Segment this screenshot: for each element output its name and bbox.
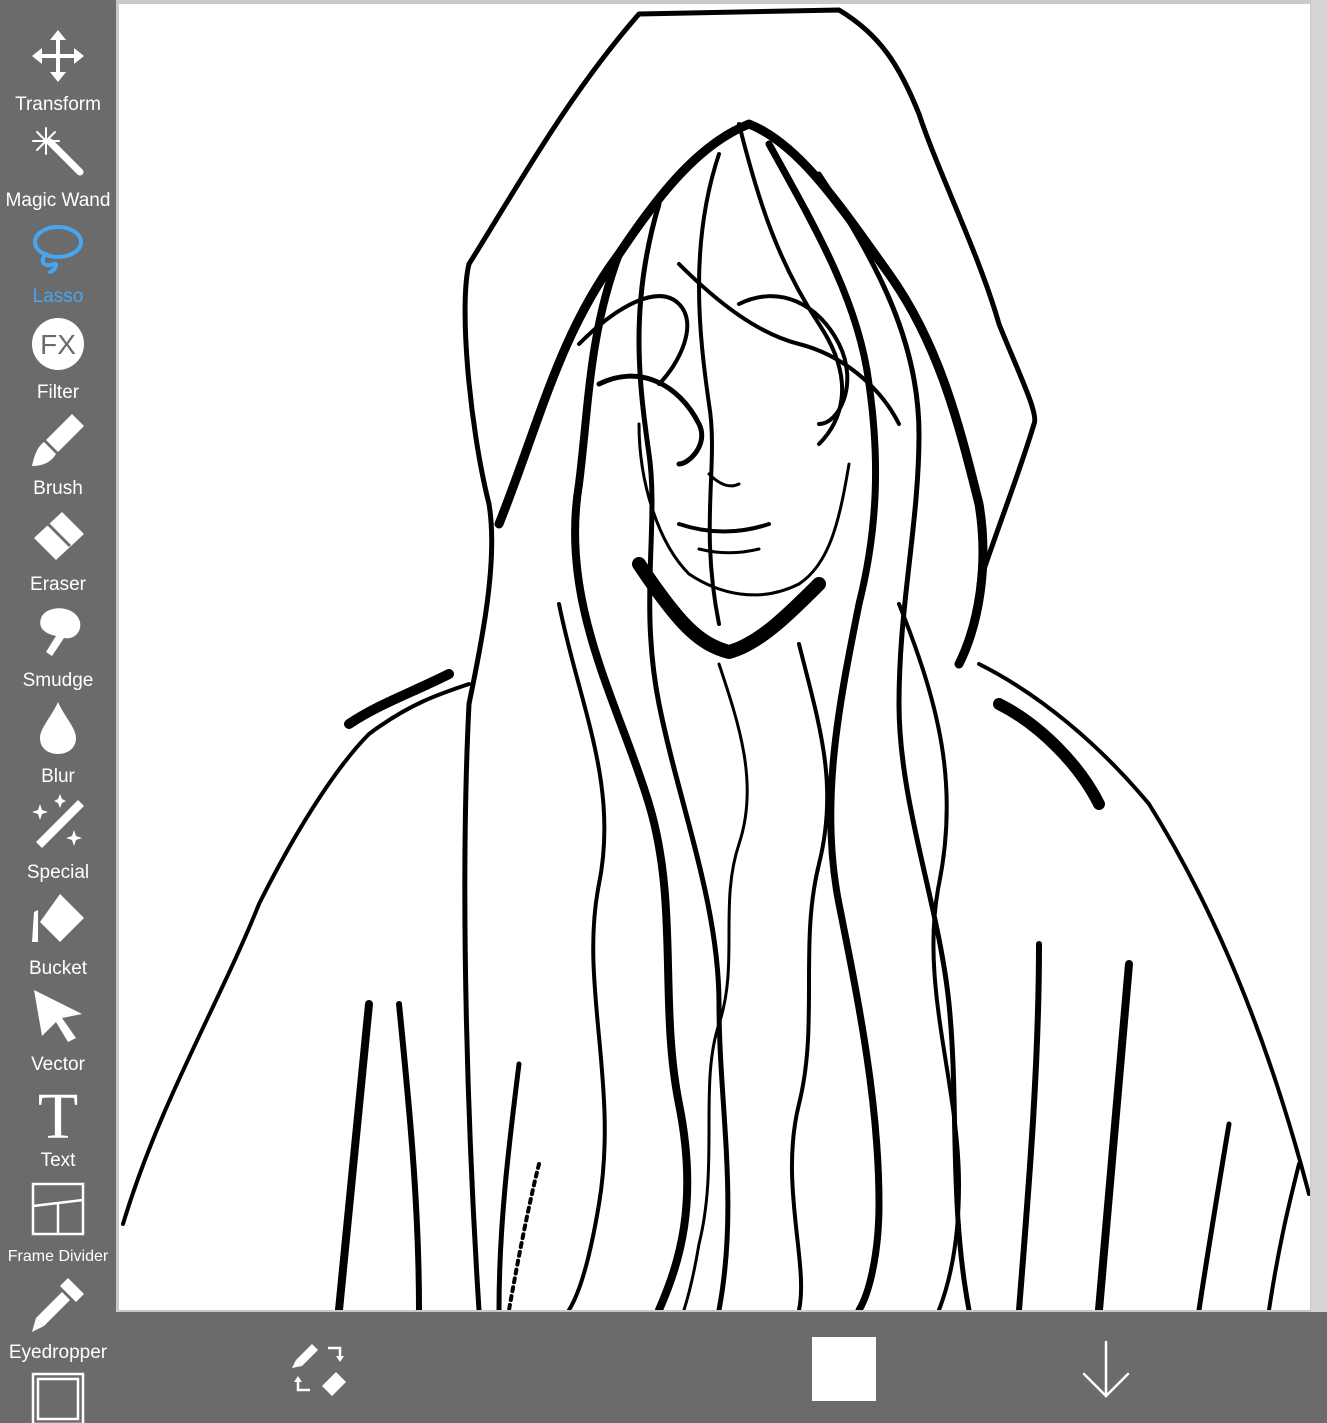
tool-label: Vector [31, 1054, 85, 1075]
color-swatch[interactable] [812, 1337, 876, 1401]
eraser-icon [28, 506, 88, 568]
tool-vector[interactable]: Vector [0, 986, 116, 1082]
special-sparkle-icon [28, 794, 88, 856]
tool-label: Eyedropper [8, 1342, 108, 1363]
lasso-icon [28, 218, 88, 280]
blur-drop-icon [28, 698, 88, 760]
tool-brush[interactable]: Brush [0, 410, 116, 506]
tool-special[interactable]: Special [0, 794, 116, 890]
transform-icon [28, 26, 88, 88]
tool-label: Frame Divider [7, 1248, 109, 1265]
tool-text[interactable]: T Text [0, 1082, 116, 1178]
bottom-bar [116, 1312, 1327, 1423]
tool-label: Brush [33, 478, 83, 499]
tool-eraser[interactable]: Eraser [0, 506, 116, 602]
tool-magic-wand[interactable]: Magic Wand [0, 122, 116, 218]
tool-label: Text [40, 1150, 76, 1171]
tool-label: Bucket [28, 958, 88, 979]
tool-label: Eraser [30, 574, 86, 595]
tool-label: Smudge [22, 670, 94, 691]
tool-label: Magic Wand [5, 190, 111, 211]
tool-canvas[interactable] [0, 1370, 116, 1423]
down-arrow-button[interactable] [1076, 1338, 1136, 1402]
frame-divider-icon [28, 1178, 88, 1240]
canvas-icon [28, 1370, 88, 1423]
tool-blur[interactable]: Blur [0, 698, 116, 794]
brush-eraser-swap-button[interactable] [290, 1340, 350, 1398]
canvas-edge [1311, 0, 1327, 1312]
text-icon: T [28, 1082, 88, 1144]
tool-sidebar: Transform Magic Wand Lasso FX Filter Bru… [0, 0, 116, 1423]
tool-smudge[interactable]: Smudge [0, 602, 116, 698]
down-arrow-icon [1076, 1340, 1136, 1406]
filter-fx-icon: FX [28, 314, 88, 376]
tool-label: Blur [41, 766, 75, 787]
brush-eraser-swap-icon [290, 1344, 350, 1402]
tool-label: Filter [36, 382, 80, 403]
canvas-area [116, 0, 1327, 1312]
tool-transform[interactable]: Transform [0, 26, 116, 122]
tool-bucket[interactable]: Bucket [0, 890, 116, 986]
eyedropper-icon [28, 1274, 88, 1336]
vector-arrow-icon [28, 986, 88, 1048]
drawing-canvas[interactable] [119, 4, 1310, 1310]
tool-frame-divider[interactable]: Frame Divider [0, 1178, 116, 1274]
tool-filter[interactable]: FX Filter [0, 314, 116, 410]
tool-label: Lasso [32, 286, 84, 307]
svg-text:T: T [38, 1082, 78, 1144]
svg-text:FX: FX [40, 329, 76, 360]
hooded-figure-drawing [121, 7, 1310, 1310]
tool-lasso[interactable]: Lasso [0, 218, 116, 314]
magic-wand-icon [28, 122, 88, 184]
tool-label: Special [26, 862, 90, 883]
smudge-icon [28, 602, 88, 664]
bucket-icon [28, 890, 88, 952]
tool-label: Transform [15, 94, 101, 115]
brush-icon [28, 410, 88, 472]
tool-eyedropper[interactable]: Eyedropper [0, 1274, 116, 1370]
